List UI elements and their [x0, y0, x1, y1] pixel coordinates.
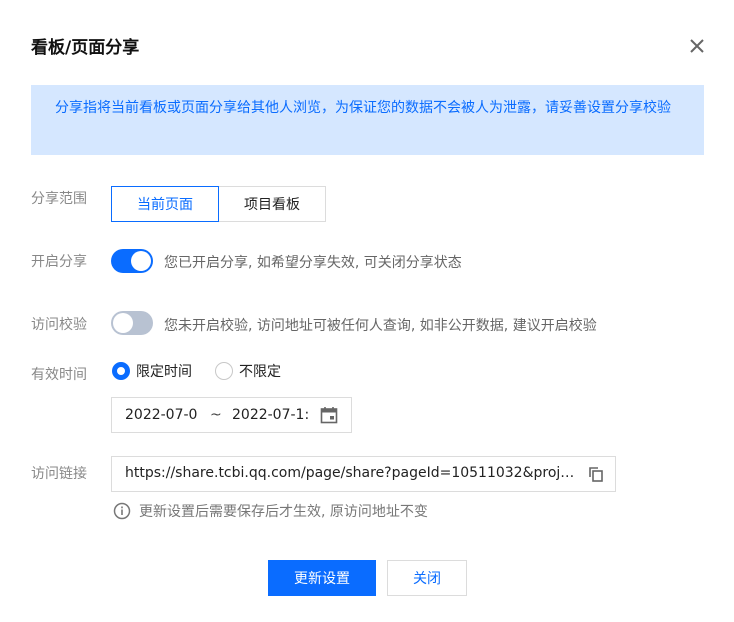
access-check-hint: 您未开启校验, 访问地址可被任何人查询, 如非公开数据, 建议开启校验 — [164, 318, 597, 334]
radio-limited-time-label: 限定时间 — [136, 364, 192, 380]
copy-icon[interactable] — [588, 466, 604, 482]
start-date[interactable]: 2022-07-0 — [125, 407, 203, 423]
access-check-label: 访问校验 — [31, 317, 87, 333]
enable-share-hint: 您已开启分享, 如希望分享失效, 可关闭分享状态 — [164, 255, 462, 271]
radio-checked-icon — [112, 362, 130, 380]
calendar-icon[interactable] — [320, 406, 338, 424]
valid-time-label: 有效时间 — [31, 367, 87, 383]
share-scope-segmented: 当前页面 项目看板 — [111, 186, 326, 222]
update-settings-button[interactable]: 更新设置 — [268, 560, 376, 596]
radio-unchecked-icon — [215, 362, 233, 380]
scope-project-board-button[interactable]: 项目看板 — [219, 186, 326, 222]
enable-share-toggle[interactable] — [111, 249, 153, 273]
scope-current-page-button[interactable]: 当前页面 — [111, 186, 219, 222]
close-icon[interactable] — [686, 35, 708, 57]
share-scope-label: 分享范围 — [31, 191, 87, 207]
close-button[interactable]: 关闭 — [387, 560, 467, 596]
date-range-picker[interactable]: 2022-07-0 ~ 2022-07-1: — [111, 397, 352, 433]
info-icon — [113, 502, 131, 520]
access-link-url[interactable]: https://share.tcbi.qq.com/page/share?pag… — [125, 465, 580, 481]
notice-banner: 分享指将当前看板或页面分享给其他人浏览，为保证您的数据不会被人为泄露，请妥善设置… — [31, 85, 704, 155]
share-dialog: 看板/页面分享 分享指将当前看板或页面分享给其他人浏览，为保证您的数据不会被人为… — [0, 0, 734, 622]
access-check-toggle[interactable] — [111, 311, 153, 335]
toggle-knob — [113, 313, 133, 333]
dialog-title: 看板/页面分享 — [31, 38, 140, 58]
date-separator: ~ — [210, 407, 222, 423]
info-note: 更新设置后需要保存后才生效, 原访问地址不变 — [113, 501, 428, 521]
toggle-knob — [131, 251, 151, 271]
end-date[interactable]: 2022-07-1: — [232, 407, 310, 423]
radio-unlimited[interactable]: 不限定 — [215, 361, 281, 381]
access-link-field[interactable]: https://share.tcbi.qq.com/page/share?pag… — [111, 456, 616, 492]
radio-unlimited-label: 不限定 — [239, 364, 281, 380]
access-link-label: 访问链接 — [31, 466, 87, 482]
radio-limited-time[interactable]: 限定时间 — [112, 361, 192, 381]
enable-share-label: 开启分享 — [31, 254, 87, 270]
info-text: 更新设置后需要保存后才生效, 原访问地址不变 — [139, 504, 428, 520]
